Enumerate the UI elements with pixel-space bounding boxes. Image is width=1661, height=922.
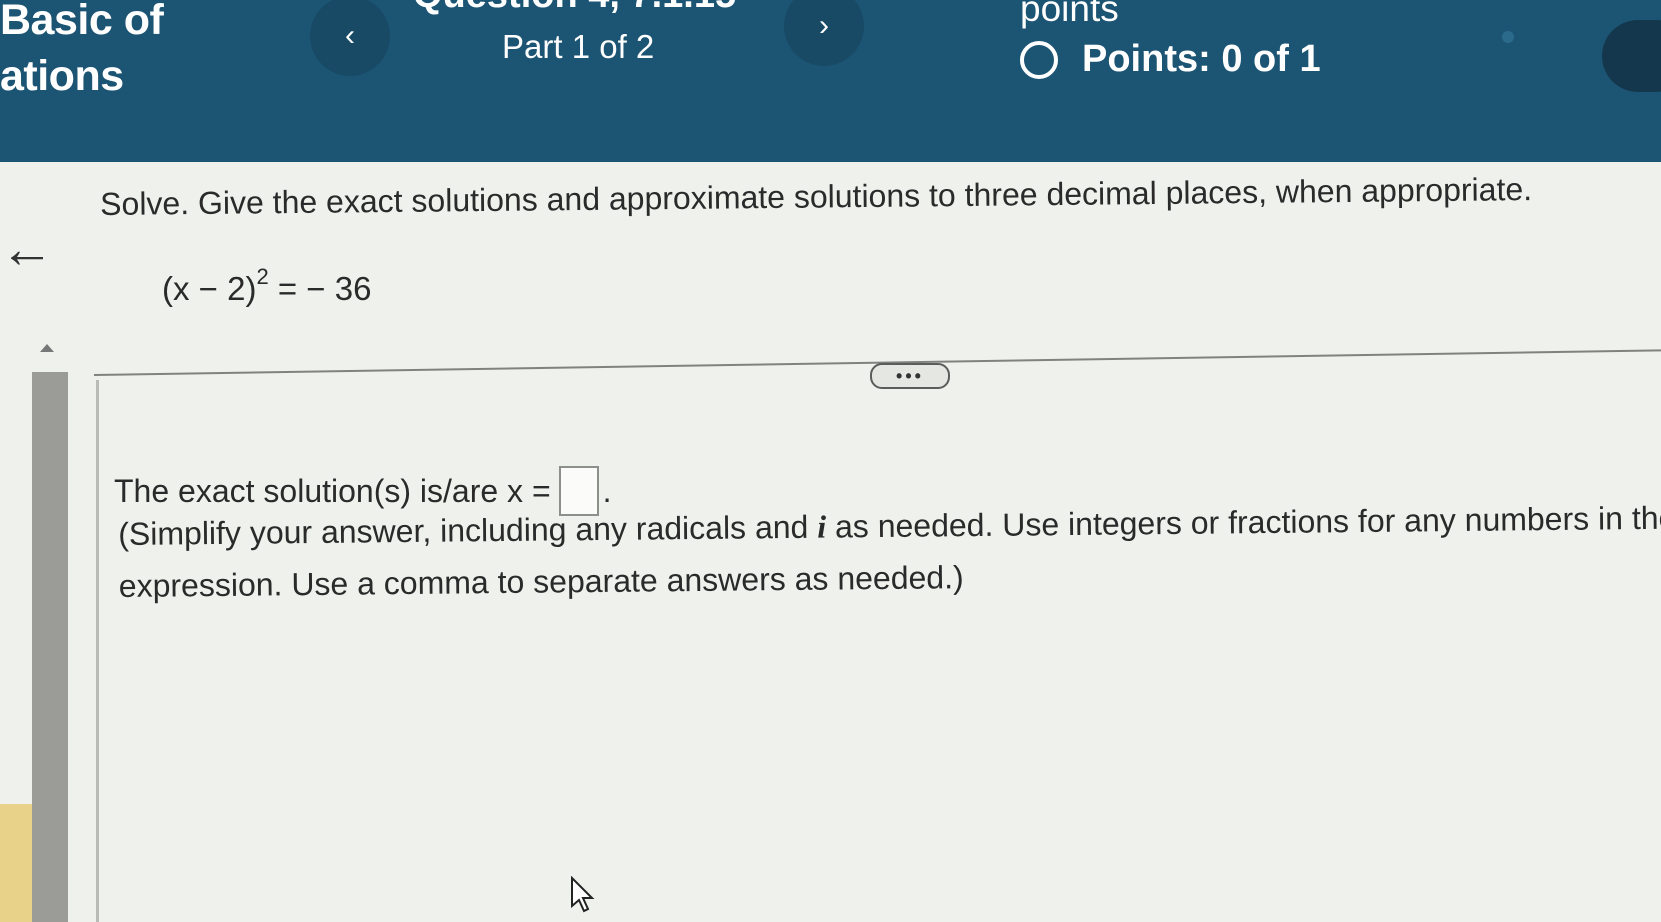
content-border [96,380,99,922]
course-title: Basic of ations [0,0,164,104]
next-question-button[interactable]: › [784,0,864,66]
equation-rhs: = − 36 [268,270,372,307]
chevron-right-icon: › [819,9,829,42]
course-title-line1: Basic of [0,0,164,44]
hint-italic-i: i [817,508,827,545]
hint-part2: as needed. Use integers or fractions for… [825,499,1661,545]
equation-exponent: 2 [256,264,269,289]
scrollbar[interactable] [32,372,68,922]
question-label: Question 4, 7.1.15 [413,0,736,17]
problem-equation: (x − 2)2 = − 36 [162,264,372,308]
back-arrow-icon[interactable]: ← [0,222,54,276]
status-circle-icon [1020,40,1058,79]
header-bar: Basic of ations ‹ Question 4, 7.1.15 Par… [0,0,1661,162]
header-dot-icon [1502,31,1514,43]
expand-more-button[interactable]: ••• [870,363,950,389]
mouse-pointer-icon [571,876,595,913]
previous-question-button[interactable]: ‹ [310,0,390,76]
points-status: Points: 0 of 1 [1020,38,1321,81]
scroll-up-icon[interactable] [40,344,54,352]
points-word: points [1020,0,1119,29]
points-status-label: Points: 0 of 1 [1082,38,1321,80]
part-label: Part 1 of 2 [502,28,655,65]
course-title-line2: ations [0,52,124,100]
header-side-tab[interactable] [1602,20,1661,92]
hint-part1: (Simplify your answer, including any rad… [118,508,818,552]
chevron-left-icon: ‹ [345,19,355,52]
side-tab-highlight [0,804,32,922]
equation-base: (x − 2) [162,270,257,307]
answer-hint: (Simplify your answer, including any rad… [118,492,1661,612]
problem-instruction: Solve. Give the exact solutions and appr… [100,171,1533,222]
